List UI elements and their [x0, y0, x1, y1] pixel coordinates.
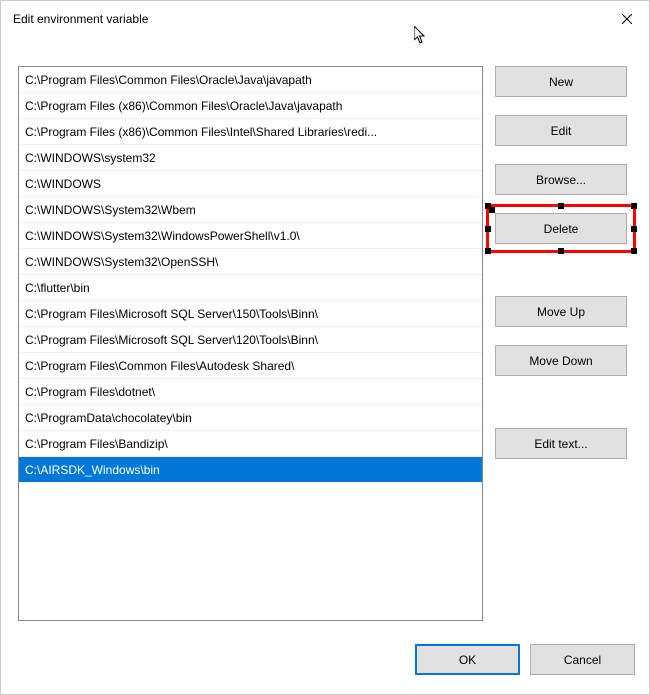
content-area: C:\Program Files\Common Files\Oracle\Jav…: [1, 36, 649, 636]
list-item[interactable]: C:\WINDOWS: [19, 171, 482, 197]
list-item[interactable]: C:\Program Files\Common Files\Oracle\Jav…: [19, 67, 482, 93]
move-up-button[interactable]: Move Up: [495, 296, 627, 327]
window-title: Edit environment variable: [13, 12, 148, 26]
close-button[interactable]: [604, 4, 649, 34]
list-item[interactable]: C:\Program Files\Bandizip\: [19, 431, 482, 457]
ok-button[interactable]: OK: [415, 644, 520, 675]
button-panel: New Edit Browse... Delete Move Up Move D…: [495, 66, 627, 636]
move-down-button[interactable]: Move Down: [495, 345, 627, 376]
list-item[interactable]: C:\Program Files (x86)\Common Files\Inte…: [19, 119, 482, 145]
delete-button[interactable]: Delete: [495, 213, 627, 244]
edit-button[interactable]: Edit: [495, 115, 627, 146]
dialog-buttons: OK Cancel: [415, 644, 635, 675]
list-item[interactable]: C:\Program Files\Microsoft SQL Server\15…: [19, 301, 482, 327]
browse-button[interactable]: Browse...: [495, 164, 627, 195]
list-item[interactable]: C:\WINDOWS\System32\Wbem: [19, 197, 482, 223]
list-item[interactable]: C:\Program Files\dotnet\: [19, 379, 482, 405]
delete-highlight: Delete: [495, 213, 627, 244]
list-item[interactable]: C:\WINDOWS\System32\WindowsPowerShell\v1…: [19, 223, 482, 249]
list-item[interactable]: C:\AIRSDK_Windows\bin: [19, 457, 482, 483]
list-item[interactable]: C:\Program Files\Microsoft SQL Server\12…: [19, 327, 482, 353]
new-button[interactable]: New: [495, 66, 627, 97]
cancel-button[interactable]: Cancel: [530, 644, 635, 675]
edit-text-button[interactable]: Edit text...: [495, 428, 627, 459]
list-item[interactable]: C:\Program Files (x86)\Common Files\Orac…: [19, 93, 482, 119]
path-listbox[interactable]: C:\Program Files\Common Files\Oracle\Jav…: [18, 66, 483, 621]
list-item[interactable]: C:\ProgramData\chocolatey\bin: [19, 405, 482, 431]
titlebar: Edit environment variable: [1, 1, 649, 36]
list-item[interactable]: C:\Program Files\Common Files\Autodesk S…: [19, 353, 482, 379]
close-icon: [622, 14, 632, 24]
list-item[interactable]: C:\flutter\bin: [19, 275, 482, 301]
list-item[interactable]: C:\WINDOWS\system32: [19, 145, 482, 171]
list-item[interactable]: C:\WINDOWS\System32\OpenSSH\: [19, 249, 482, 275]
